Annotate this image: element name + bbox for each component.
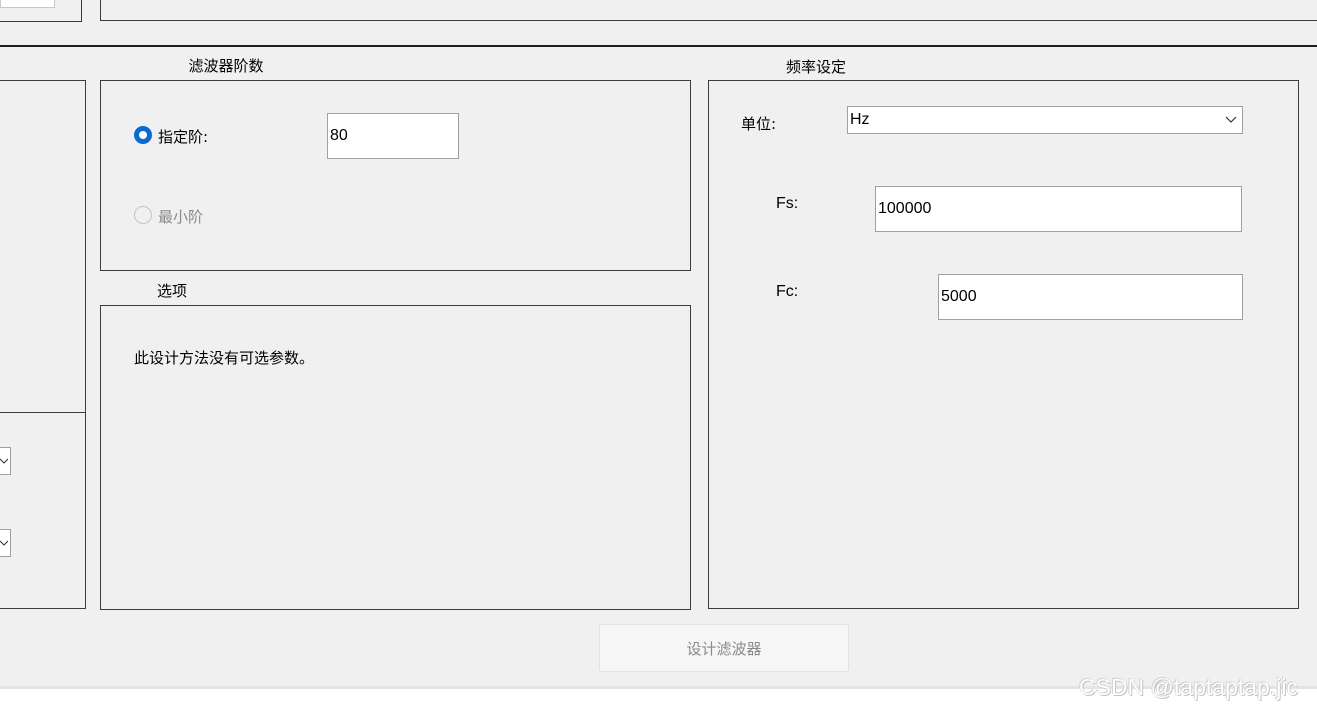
top-panel-edge bbox=[100, 0, 1317, 21]
fc-input[interactable]: 5000 bbox=[938, 274, 1243, 320]
chevron-down-icon bbox=[0, 458, 8, 464]
chevron-down-icon bbox=[1225, 116, 1237, 123]
left-panel-edge bbox=[0, 80, 86, 609]
minimum-order-radio[interactable] bbox=[134, 206, 152, 224]
design-filter-button[interactable]: 设计滤波器 bbox=[599, 624, 849, 672]
fs-label: Fs: bbox=[776, 195, 799, 212]
fs-input[interactable]: 100000 bbox=[875, 186, 1242, 232]
specify-order-label[interactable]: 指定阶: bbox=[158, 127, 208, 147]
options-legend: 选项 bbox=[132, 281, 212, 301]
minimum-order-label[interactable]: 最小阶 bbox=[158, 207, 203, 227]
section-divider bbox=[0, 45, 1317, 47]
specify-order-radio[interactable] bbox=[134, 126, 152, 144]
units-label: 单位: bbox=[741, 115, 777, 133]
top-left-panel-edge bbox=[0, 0, 82, 22]
frequency-group bbox=[708, 80, 1299, 609]
filter-order-legend: 滤波器阶数 bbox=[133, 56, 319, 76]
order-input[interactable]: 80 bbox=[327, 113, 459, 159]
filter-order-group bbox=[100, 80, 691, 271]
fc-label: Fc: bbox=[776, 283, 799, 300]
frequency-legend: 频率设定 bbox=[741, 57, 891, 77]
units-select[interactable]: Hz bbox=[847, 106, 1243, 134]
left-panel-inner-divider bbox=[0, 412, 86, 413]
watermark-text: CSDN @taptaptap.jic bbox=[1079, 674, 1298, 700]
left-dropdown-fragment-2[interactable] bbox=[0, 529, 11, 557]
left-dropdown-fragment-1[interactable] bbox=[0, 447, 11, 475]
chevron-down-icon bbox=[0, 540, 8, 546]
units-value: Hz bbox=[850, 111, 870, 128]
options-message: 此设计方法没有可选参数。 bbox=[134, 349, 315, 367]
